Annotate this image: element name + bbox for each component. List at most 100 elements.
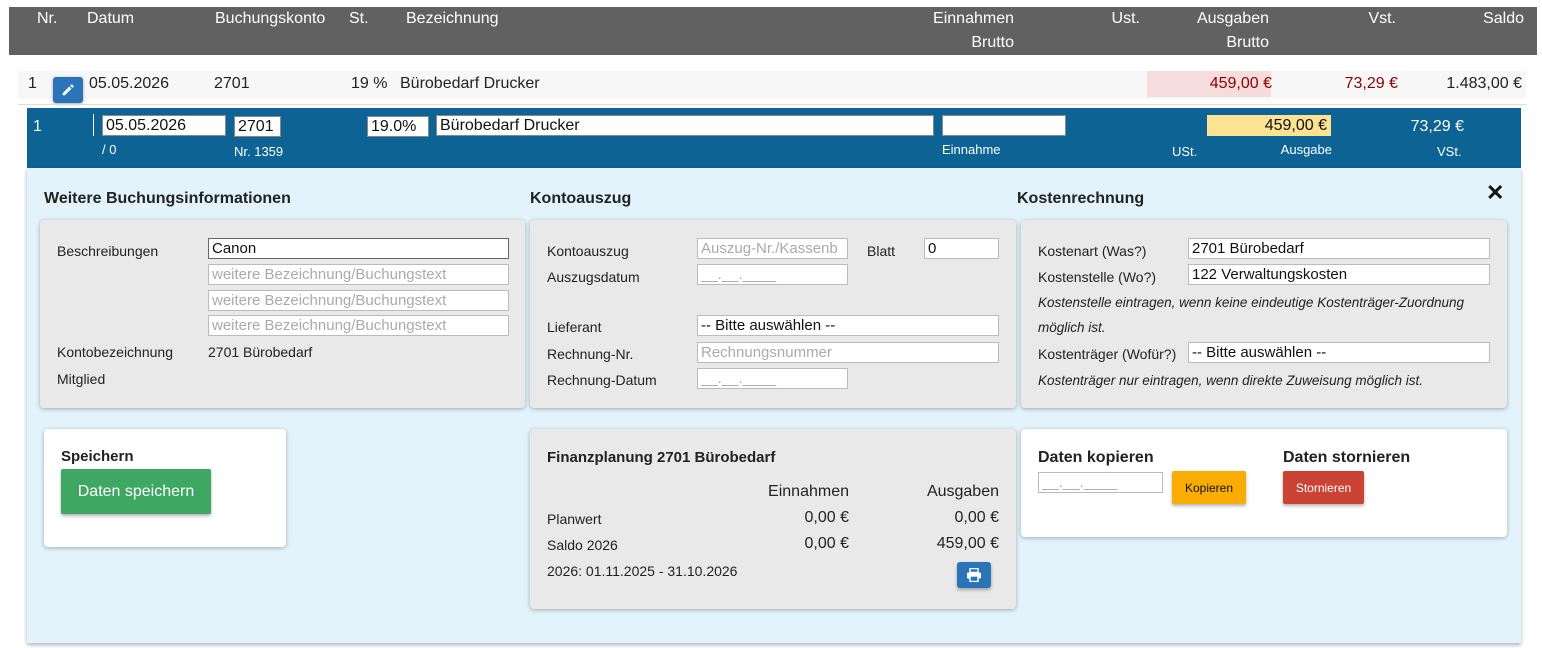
weitere-title: Weitere Buchungsinformationen — [44, 190, 291, 207]
edit-vst-value: 73,29 € — [1410, 118, 1464, 135]
kostentraeger-select[interactable] — [1188, 342, 1490, 363]
kontobezeichnung-label: Kontobezeichnung — [57, 344, 173, 360]
speichern-title: Speichern — [61, 448, 134, 465]
kontobezeichnung-value: 2701 Bürobedarf — [208, 344, 313, 360]
mitglied-label: Mitglied — [57, 371, 106, 387]
row-saldo: 1.483,00 € — [1446, 75, 1522, 92]
kostentraeger-hint: Kostenträger nur eintragen, wenn direkte… — [1038, 373, 1423, 388]
auszugsdatum-label: Auszugsdatum — [547, 269, 640, 285]
kontoauszug-title: Kontoauszug — [530, 190, 632, 207]
col-einnahmen: Einnahmen — [933, 10, 1014, 27]
edit-button[interactable] — [53, 77, 83, 103]
rechnung-nr-input[interactable] — [697, 342, 999, 363]
close-icon[interactable]: ✕ — [1486, 182, 1504, 204]
col-vst: Vst. — [1368, 10, 1396, 27]
cancel-booking-button[interactable]: Stornieren — [1283, 471, 1364, 504]
col-ausgaben-brutto: Brutto — [1226, 34, 1269, 51]
ust-label: USt. — [1172, 144, 1198, 159]
table-header: Nr. Datum Buchungskonto St. Bezeichnung … — [9, 7, 1537, 55]
weitere-panel: Beschreibungen Kontobezeichnung 2701 Bür… — [40, 220, 525, 408]
lieferant-select[interactable] — [697, 315, 999, 336]
row-vst: 73,29 € — [1344, 75, 1398, 92]
planwert-einnahmen: 0,00 € — [804, 509, 849, 526]
lieferant-label: Lieferant — [547, 319, 602, 335]
beschreibung-2-input[interactable] — [208, 264, 509, 285]
row-steuer: 19 % — [351, 75, 388, 92]
beschreibungen-label: Beschreibungen — [57, 243, 159, 259]
kosten-title: Kostenrechnung — [1017, 190, 1145, 207]
datum-input[interactable] — [102, 115, 226, 136]
kostenstelle-label: Kostenstelle (Wo?) — [1038, 269, 1157, 285]
row-datum: 05.05.2026 — [89, 75, 170, 92]
detail-area: ✕ Weitere Buchungsinformationen Kontoaus… — [27, 168, 1521, 643]
blatt-label: Blatt — [867, 243, 896, 259]
table-row[interactable]: 1 05.05.2026 2701 19 % Bürobedarf Drucke… — [18, 71, 1526, 99]
copy-button[interactable]: Kopieren — [1172, 471, 1246, 504]
kostenstelle-hint: Kostenstelle eintragen, wenn keine einde… — [1038, 295, 1465, 310]
saldo-label: Saldo 2026 — [547, 537, 618, 553]
row-nr: 1 — [28, 75, 37, 92]
saldo-ausgaben: 459,00 € — [936, 535, 999, 552]
edit-row: 1 / 0 Nr. 1359 Einnahme USt. Ausgabe 73,… — [27, 108, 1521, 168]
kopieren-date-input[interactable] — [1038, 472, 1163, 493]
bezeichnung-input[interactable] — [436, 115, 934, 136]
kontoauszug-input[interactable] — [697, 238, 848, 259]
ausgabe-input[interactable] — [1207, 115, 1331, 136]
einnahme-input[interactable] — [942, 115, 1066, 136]
finanz-col-ausgaben: Ausgaben — [926, 483, 999, 500]
kostentraeger-label: Kostenträger (Wofür?) — [1038, 346, 1177, 362]
col-buchungskonto: Buchungskonto — [215, 10, 326, 27]
auszugsdatum-input[interactable] — [697, 264, 848, 285]
print-button[interactable] — [957, 562, 991, 588]
kopieren-panel: Daten kopieren Kopieren Daten stornieren… — [1021, 429, 1507, 537]
finanz-panel: Finanzplanung 2701 Bürobedarf Einnahmen … — [530, 429, 1016, 609]
col-saldo: Saldo — [1483, 10, 1524, 27]
saldo-einnahmen: 0,00 € — [804, 535, 849, 552]
rechnung-datum-label: Rechnung-Datum — [547, 372, 657, 388]
edit-sub-datum: / 0 — [102, 142, 117, 157]
col-nr: Nr. — [37, 10, 58, 27]
beschreibung-1-input[interactable] — [208, 238, 509, 259]
rechnung-datum-input[interactable] — [697, 368, 848, 389]
kontoauszug-label: Kontoauszug — [547, 243, 629, 259]
col-st: St. — [349, 10, 369, 27]
beschreibung-3-input[interactable] — [208, 290, 509, 311]
edit-konto-nr: Nr. 1359 — [234, 144, 284, 159]
finanz-title: Finanzplanung 2701 Bürobedarf — [547, 449, 776, 466]
kostenart-label: Kostenart (Was?) — [1038, 243, 1147, 259]
edit-divider — [93, 114, 94, 136]
rechnung-nr-label: Rechnung-Nr. — [547, 346, 634, 362]
stornieren-title: Daten stornieren — [1283, 449, 1411, 466]
kosten-panel: Kostenart (Was?) Kostenstelle (Wo?) Kost… — [1021, 220, 1507, 408]
col-ust: Ust. — [1111, 10, 1140, 27]
vst-label: VSt. — [1437, 144, 1462, 159]
einnahme-label: Einnahme — [942, 142, 1001, 157]
col-datum: Datum — [87, 10, 135, 27]
beschreibung-4-input[interactable] — [208, 315, 509, 336]
blatt-input[interactable] — [924, 238, 999, 259]
edit-nr: 1 — [33, 118, 42, 135]
col-bezeichnung: Bezeichnung — [406, 10, 499, 27]
row-bezeichnung: Bürobedarf Drucker — [400, 75, 540, 92]
row-divider — [18, 104, 1526, 105]
col-einnahmen-brutto: Brutto — [971, 34, 1014, 51]
steuer-input[interactable] — [367, 116, 429, 137]
finanz-period: 2026: 01.11.2025 - 31.10.2026 — [547, 563, 738, 579]
kopieren-title: Daten kopieren — [1038, 449, 1154, 466]
pencil-icon — [62, 84, 74, 96]
ausgabe-label: Ausgabe — [1280, 142, 1332, 157]
kontoauszug-panel: Kontoauszug Blatt Auszugsdatum Lieferant… — [530, 220, 1016, 408]
print-icon — [967, 568, 981, 582]
kostenart-input[interactable] — [1188, 238, 1490, 259]
speichern-panel: Speichern Daten speichern — [44, 429, 286, 547]
row-ausgaben: 459,00 € — [1209, 75, 1272, 92]
row-konto: 2701 — [214, 75, 250, 92]
save-button[interactable]: Daten speichern — [61, 469, 211, 514]
finanz-col-einnahmen: Einnahmen — [768, 483, 849, 500]
col-ausgaben: Ausgaben — [1196, 10, 1269, 27]
kostenstelle-input[interactable] — [1188, 264, 1490, 285]
planwert-label: Planwert — [547, 511, 602, 527]
konto-input[interactable] — [234, 116, 281, 137]
planwert-ausgaben: 0,00 € — [954, 509, 999, 526]
kostenstelle-hint-cont: möglich ist. — [1038, 320, 1106, 335]
